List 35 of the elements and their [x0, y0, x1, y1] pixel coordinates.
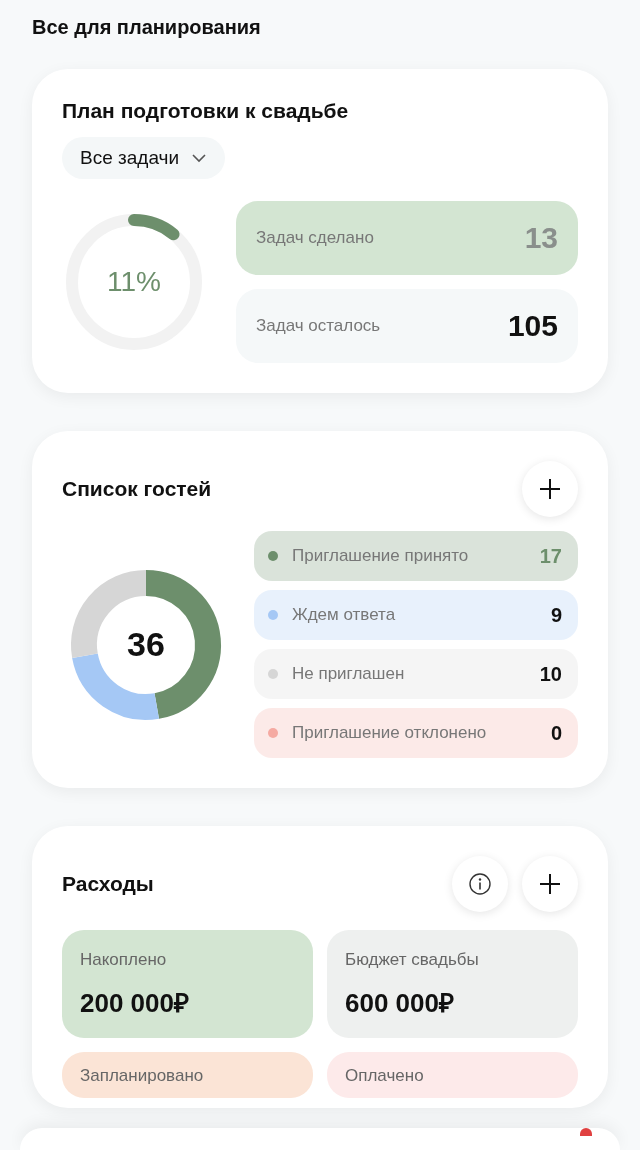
plus-icon: [539, 478, 561, 500]
page-title: Все для планирования: [32, 16, 262, 39]
guest-status-row[interactable]: Не приглашен 10: [254, 649, 578, 699]
status-label: Не приглашен: [292, 664, 406, 684]
tile-label: Бюджет свадьбы: [345, 950, 480, 970]
status-count: 10: [539, 662, 562, 686]
status-label: Приглашение принято: [292, 546, 470, 566]
info-button[interactable]: [452, 856, 508, 912]
add-button[interactable]: [522, 856, 578, 912]
stat-label: Задач осталось: [256, 316, 381, 336]
progress-percent: 11%: [107, 266, 161, 298]
filter-dropdown[interactable]: Все задачи: [62, 137, 226, 179]
status-label: Ждем ответа: [292, 605, 397, 625]
stat-label: Задач сделано: [256, 228, 374, 248]
tile-amount: 200 000₽: [80, 987, 190, 1020]
tile-label: Запланировано: [80, 1066, 205, 1086]
tile-label: Оплачено: [345, 1066, 425, 1086]
stat-value: 13: [524, 221, 558, 255]
status-count: 17: [539, 544, 562, 568]
status-count: 9: [550, 603, 562, 627]
chevron-icon: [191, 153, 208, 163]
card-title: План подготовки к свадьбе: [62, 99, 350, 123]
add-button[interactable]: [522, 461, 578, 517]
status-label: Приглашение отклонено: [292, 723, 488, 743]
tile-amount: 600 000₽: [345, 987, 455, 1020]
card-title: Расходы: [62, 872, 154, 896]
tile-label: Накоплено: [80, 950, 168, 970]
plus-icon: [539, 873, 561, 895]
guest-total: 36: [127, 625, 165, 664]
status-count: 0: [550, 721, 562, 745]
guest-status-row[interactable]: Ждем ответа 9: [254, 590, 578, 640]
guest-status-row[interactable]: Приглашение отклонено 0: [254, 708, 578, 758]
card-title: Список гостей: [62, 477, 212, 501]
stat-value: 105: [507, 309, 558, 343]
info-icon: [468, 872, 492, 896]
